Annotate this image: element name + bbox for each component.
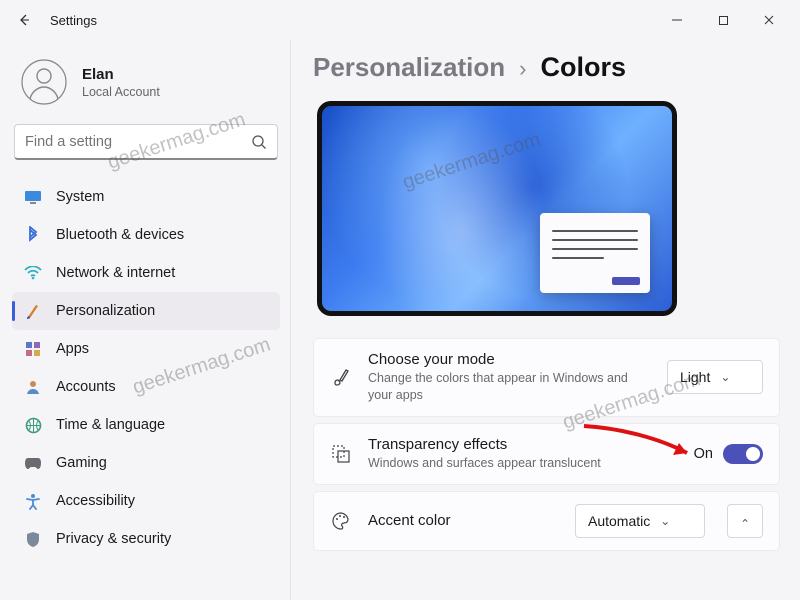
system-icon: [24, 188, 42, 206]
sidebar-item-system[interactable]: System: [12, 178, 280, 216]
desktop-preview: [317, 101, 677, 316]
window-title: Settings: [50, 13, 97, 28]
chevron-up-icon: ⌄: [740, 516, 750, 530]
apps-icon: [24, 340, 42, 358]
sidebar-item-label: Privacy & security: [56, 531, 171, 547]
window-controls: [654, 4, 792, 36]
setting-title: Choose your mode: [368, 351, 651, 368]
page-title: Colors: [540, 52, 626, 83]
transparency-toggle-group: On: [694, 444, 763, 464]
back-button[interactable]: [8, 4, 40, 36]
brush-icon: [330, 366, 352, 388]
maximize-button[interactable]: [700, 4, 746, 36]
sidebar-item-label: System: [56, 189, 104, 205]
sidebar-item-bluetooth[interactable]: Bluetooth & devices: [12, 216, 280, 254]
titlebar: Settings: [0, 0, 800, 40]
setting-row-accent: Accent color Automatic ⌄ ⌄: [313, 491, 780, 551]
search-icon: [251, 134, 267, 150]
nav-list: System Bluetooth & devices Network & int…: [12, 178, 280, 558]
user-name: Elan: [82, 66, 160, 83]
sidebar-item-gaming[interactable]: Gaming: [12, 444, 280, 482]
chevron-right-icon: ›: [519, 56, 526, 82]
setting-title: Transparency effects: [368, 436, 678, 453]
sidebar: Elan Local Account System Bluetooth & de…: [0, 40, 290, 600]
breadcrumb-parent[interactable]: Personalization: [313, 52, 505, 83]
minimize-button[interactable]: [654, 4, 700, 36]
setting-subtitle: Change the colors that appear in Windows…: [368, 370, 651, 404]
transparency-toggle[interactable]: [723, 444, 763, 464]
sidebar-item-accessibility[interactable]: Accessibility: [12, 482, 280, 520]
gaming-icon: [24, 454, 42, 472]
setting-text: Transparency effects Windows and surface…: [368, 436, 678, 472]
chevron-down-icon: ⌄: [720, 370, 730, 384]
breadcrumb: Personalization › Colors: [313, 52, 780, 83]
sidebar-item-network[interactable]: Network & internet: [12, 254, 280, 292]
search-box[interactable]: [14, 124, 278, 160]
setting-row-transparency: Transparency effects Windows and surface…: [313, 423, 780, 485]
maximize-icon: [718, 15, 729, 26]
paintbrush-icon: [24, 302, 42, 320]
setting-title: Accent color: [368, 512, 559, 529]
accent-dropdown[interactable]: Automatic ⌄: [575, 504, 705, 538]
expand-accent-button[interactable]: ⌄: [727, 504, 763, 538]
setting-text: Accent color: [368, 512, 559, 529]
sidebar-item-label: Apps: [56, 341, 89, 357]
setting-row-mode: Choose your mode Change the colors that …: [313, 338, 780, 417]
shield-icon: [24, 530, 42, 548]
arrow-left-icon: [16, 12, 32, 28]
mode-dropdown[interactable]: Light ⌄: [667, 360, 763, 394]
sidebar-item-privacy[interactable]: Privacy & security: [12, 520, 280, 558]
wifi-icon: [24, 264, 42, 282]
sidebar-item-apps[interactable]: Apps: [12, 330, 280, 368]
sidebar-item-label: Bluetooth & devices: [56, 227, 184, 243]
user-block[interactable]: Elan Local Account: [12, 48, 280, 124]
content-pane: Personalization › Colors Choose your mod…: [290, 40, 800, 600]
chevron-down-icon: ⌄: [660, 514, 670, 528]
toggle-state-label: On: [694, 446, 713, 462]
bluetooth-icon: [24, 226, 42, 244]
user-account-type: Local Account: [82, 85, 160, 99]
setting-text: Choose your mode Change the colors that …: [368, 351, 651, 404]
avatar: [20, 58, 68, 106]
palette-icon: [330, 510, 352, 532]
accounts-icon: [24, 378, 42, 396]
sidebar-item-accounts[interactable]: Accounts: [12, 368, 280, 406]
sidebar-item-label: Personalization: [56, 303, 155, 319]
person-icon: [21, 59, 67, 105]
close-button[interactable]: [746, 4, 792, 36]
sidebar-item-label: Time & language: [56, 417, 165, 433]
user-text: Elan Local Account: [82, 66, 160, 99]
setting-subtitle: Windows and surfaces appear translucent: [368, 455, 678, 472]
search-input[interactable]: [25, 134, 251, 150]
close-icon: [763, 14, 775, 26]
sidebar-item-label: Accessibility: [56, 493, 135, 509]
globe-clock-icon: [24, 416, 42, 434]
dropdown-value: Light: [680, 369, 710, 385]
sidebar-item-label: Gaming: [56, 455, 107, 471]
transparency-icon: [330, 443, 352, 465]
minimize-icon: [671, 14, 683, 26]
window-preview: [540, 213, 650, 293]
sidebar-item-personalization[interactable]: Personalization: [12, 292, 280, 330]
dropdown-value: Automatic: [588, 513, 650, 529]
sidebar-item-label: Network & internet: [56, 265, 175, 281]
accessibility-icon: [24, 492, 42, 510]
sidebar-item-time-language[interactable]: Time & language: [12, 406, 280, 444]
sidebar-item-label: Accounts: [56, 379, 116, 395]
